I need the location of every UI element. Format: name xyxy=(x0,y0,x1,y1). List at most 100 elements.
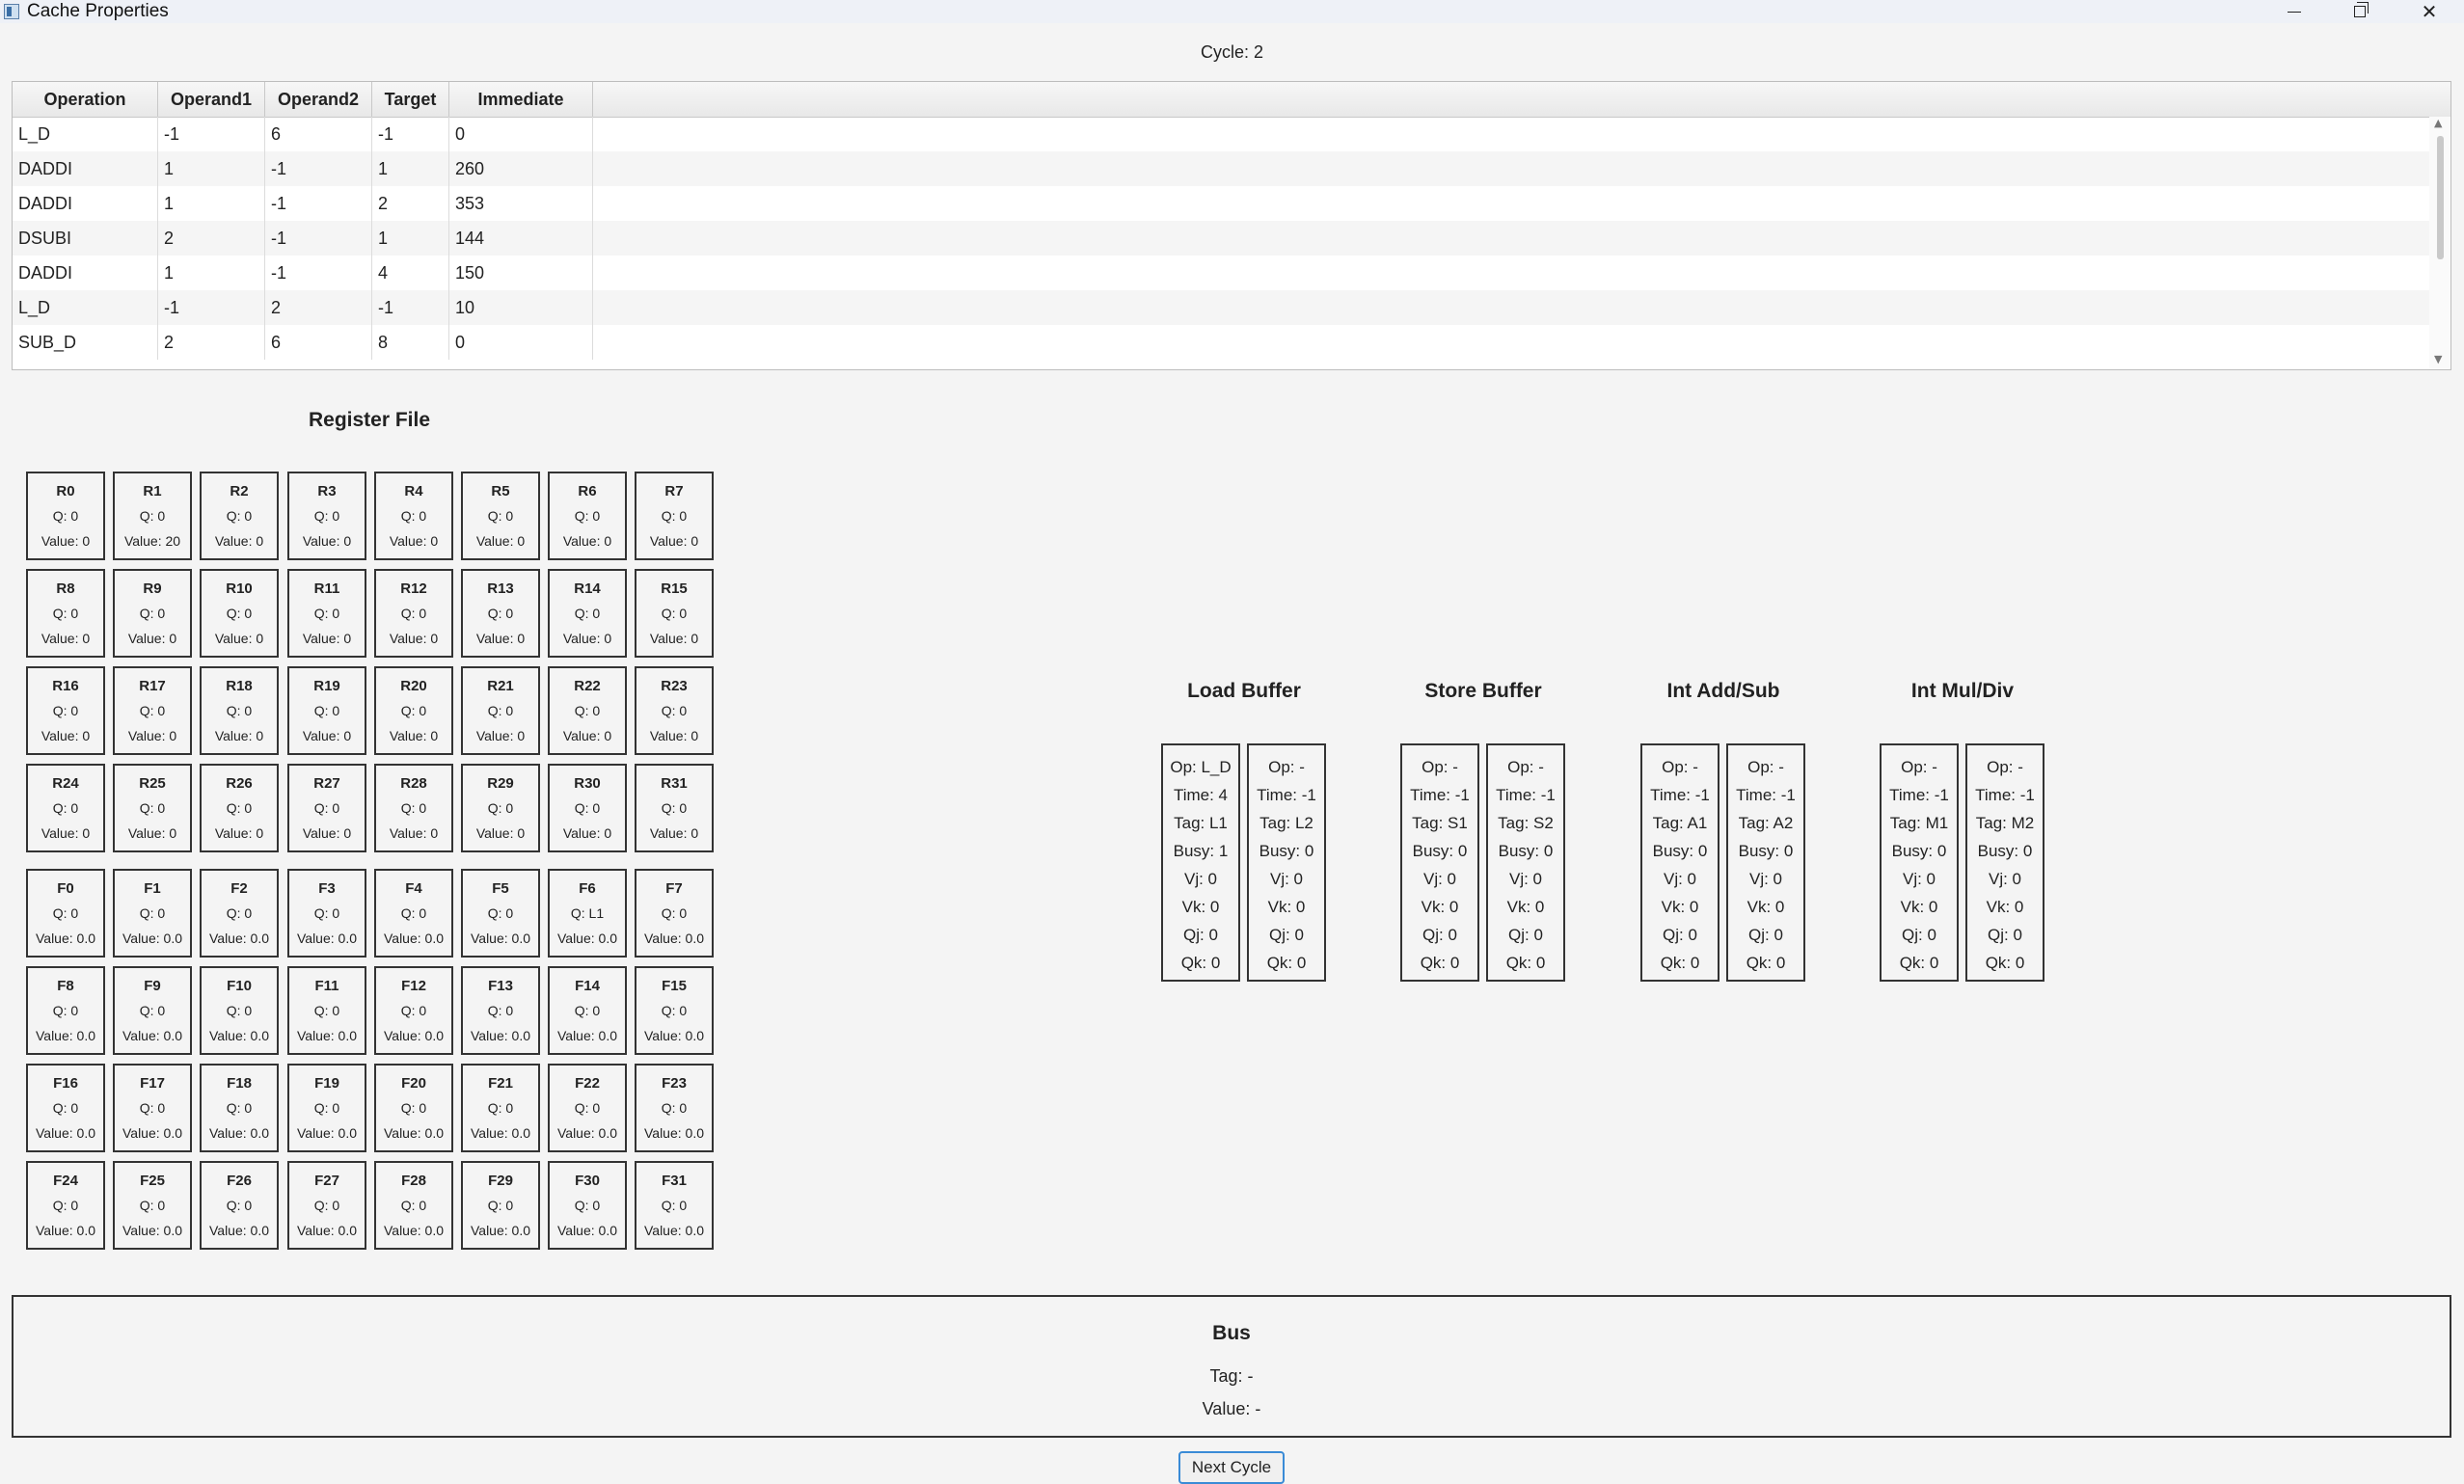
register-name: F3 xyxy=(318,880,336,897)
register-q: Q: 0 xyxy=(52,800,79,816)
register-value: Value: 0.0 xyxy=(35,931,95,946)
register-f4: F4 Q: 0 Value: 0.0 xyxy=(374,869,453,958)
table-row[interactable]: DADDI 1 -1 4 150 xyxy=(13,256,2431,290)
register-q: Q: 0 xyxy=(139,905,166,921)
register-r5: R5 Q: 0 Value: 0 xyxy=(461,472,540,560)
register-q: Q: 0 xyxy=(400,800,427,816)
register-q: Q: 0 xyxy=(139,508,166,524)
register-name: R9 xyxy=(143,580,162,597)
scroll-up-icon[interactable]: ▲ xyxy=(2434,117,2442,129)
station-field: Vj: 0 xyxy=(1269,870,1304,888)
column-header-operand1[interactable]: Operand1 xyxy=(158,82,265,117)
register-q: Q: 0 xyxy=(52,1100,79,1116)
station-field: Qk: 0 xyxy=(1985,954,2025,972)
register-name: F15 xyxy=(662,978,687,994)
register-q: Q: 0 xyxy=(487,800,514,816)
table-row[interactable]: DADDI 1 -1 2 353 xyxy=(13,186,2431,221)
table-row[interactable]: L_D -1 2 -1 10 xyxy=(13,290,2431,325)
restore-icon xyxy=(2354,2,2369,17)
register-name: R29 xyxy=(487,775,514,792)
table-row[interactable]: DADDI 1 -1 1 260 xyxy=(13,151,2431,186)
register-f15: F15 Q: 0 Value: 0.0 xyxy=(635,966,714,1055)
register-name: R3 xyxy=(317,483,337,499)
register-r28: R28 Q: 0 Value: 0 xyxy=(374,764,453,852)
register-name: F7 xyxy=(665,880,683,897)
close-button[interactable]: ✕ xyxy=(2396,0,2462,23)
register-f16: F16 Q: 0 Value: 0.0 xyxy=(26,1064,105,1152)
register-q: Q: 0 xyxy=(400,703,427,718)
register-name: R13 xyxy=(487,580,514,597)
scroll-down-icon[interactable]: ▼ xyxy=(2434,353,2442,365)
register-value: Value: 0 xyxy=(389,631,439,646)
station-field: Busy: 0 xyxy=(1738,842,1794,860)
instruction-table[interactable]: Operation Operand1 Operand2 Target Immed… xyxy=(12,81,2451,370)
register-name: F8 xyxy=(57,978,74,994)
column-header-immediate[interactable]: Immediate xyxy=(449,82,593,117)
register-value: Value: 0.0 xyxy=(296,1223,357,1238)
register-name: R25 xyxy=(139,775,166,792)
register-name: F12 xyxy=(401,978,426,994)
register-q: Q: 0 xyxy=(313,1100,340,1116)
register-q: Q: 0 xyxy=(400,606,427,621)
register-q: Q: 0 xyxy=(139,1100,166,1116)
register-value: Value: 0.0 xyxy=(470,931,530,946)
register-q: Q: 0 xyxy=(226,905,253,921)
cell-operand1: -1 xyxy=(158,117,265,151)
register-value: Value: 0 xyxy=(214,728,264,743)
table-row[interactable]: L_D -1 6 -1 0 xyxy=(13,117,2431,151)
register-name: F25 xyxy=(140,1173,165,1189)
table-row[interactable]: DSUBI 2 -1 1 144 xyxy=(13,221,2431,256)
register-f20: F20 Q: 0 Value: 0.0 xyxy=(374,1064,453,1152)
register-q: Q: 0 xyxy=(226,606,253,621)
register-q: Q: 0 xyxy=(661,800,688,816)
register-q: Q: 0 xyxy=(52,508,79,524)
register-r30: R30 Q: 0 Value: 0 xyxy=(548,764,627,852)
register-name: F29 xyxy=(488,1173,513,1189)
column-header-operand2[interactable]: Operand2 xyxy=(265,82,372,117)
register-r23: R23 Q: 0 Value: 0 xyxy=(635,666,714,755)
register-value: Value: 0 xyxy=(562,728,612,743)
bus-title: Bus xyxy=(1212,1322,1251,1344)
register-r2: R2 Q: 0 Value: 0 xyxy=(200,472,279,560)
table-row[interactable]: SUB_D 2 6 8 0 xyxy=(13,325,2431,360)
register-q: Q: 0 xyxy=(487,703,514,718)
register-value: Value: 0 xyxy=(475,825,526,841)
register-f18: F18 Q: 0 Value: 0.0 xyxy=(200,1064,279,1152)
station-field: Vk: 0 xyxy=(1506,898,1545,916)
register-value: Value: 0.0 xyxy=(383,1223,444,1238)
register-r6: R6 Q: 0 Value: 0 xyxy=(548,472,627,560)
register-value: Value: 0 xyxy=(649,728,699,743)
cell-immediate: 353 xyxy=(449,186,593,221)
register-value: Value: 0.0 xyxy=(383,1028,444,1043)
register-f3: F3 Q: 0 Value: 0.0 xyxy=(287,869,366,958)
register-name: R26 xyxy=(226,775,253,792)
register-value: Value: 0.0 xyxy=(296,1125,357,1141)
column-header-operation[interactable]: Operation xyxy=(13,82,158,117)
register-name: R22 xyxy=(574,678,601,694)
register-value: Value: 0 xyxy=(475,533,526,549)
cell-operand1: -1 xyxy=(158,290,265,325)
table-scrollbar[interactable]: ▲ ▼ xyxy=(2429,117,2450,369)
register-q: Q: 0 xyxy=(139,800,166,816)
register-q: Q: 0 xyxy=(574,800,601,816)
register-f29: F29 Q: 0 Value: 0.0 xyxy=(461,1161,540,1250)
maximize-button[interactable] xyxy=(2327,0,2393,23)
next-cycle-button[interactable]: Next Cycle xyxy=(1178,1451,1285,1484)
station-field: Tag: L1 xyxy=(1174,814,1228,832)
register-value: Value: 0 xyxy=(302,631,352,646)
cell-operand2: 2 xyxy=(265,290,372,325)
register-q: Q: 0 xyxy=(52,1198,79,1213)
register-f7: F7 Q: 0 Value: 0.0 xyxy=(635,869,714,958)
register-q: Q: 0 xyxy=(313,800,340,816)
close-icon: ✕ xyxy=(2421,0,2438,23)
register-name: F1 xyxy=(144,880,161,897)
cell-operation: DADDI xyxy=(13,151,158,186)
minimize-button[interactable] xyxy=(2261,0,2327,23)
register-r8: R8 Q: 0 Value: 0 xyxy=(26,569,105,658)
station-field: Time: -1 xyxy=(1496,786,1556,804)
scrollbar-thumb[interactable] xyxy=(2437,136,2444,259)
register-value: Value: 0.0 xyxy=(296,931,357,946)
column-header-target[interactable]: Target xyxy=(372,82,449,117)
register-f14: F14 Q: 0 Value: 0.0 xyxy=(548,966,627,1055)
register-value: Value: 0.0 xyxy=(556,1125,617,1141)
